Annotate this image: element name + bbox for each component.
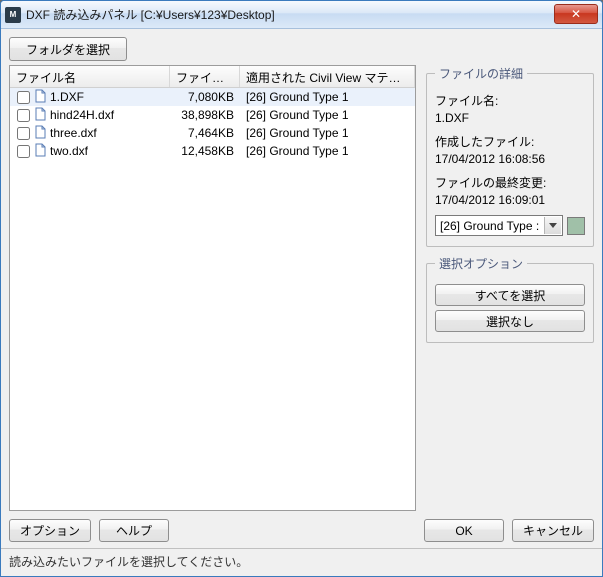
- row-checkbox[interactable]: [17, 109, 30, 122]
- color-swatch[interactable]: [567, 217, 585, 235]
- file-list[interactable]: ファイル名 ファイル ... 適用された Civil View マテリア... …: [9, 65, 416, 511]
- file-size: 12,458KB: [170, 144, 240, 158]
- row-checkbox[interactable]: [17, 127, 30, 140]
- file-name: two.dxf: [50, 144, 88, 158]
- created-value: 17/04/2012 16:08:56: [435, 152, 585, 166]
- table-row[interactable]: two.dxf 12,458KB[26] Ground Type 1: [10, 142, 415, 160]
- file-name: hind24H.dxf: [50, 108, 114, 122]
- file-material: [26] Ground Type 1: [240, 108, 415, 122]
- dialog-window: M DXF 読み込みパネル [C:¥Users¥123¥Desktop] ✕ フ…: [0, 0, 603, 577]
- file-size: 7,080KB: [170, 90, 240, 104]
- selection-legend: 選択オプション: [435, 255, 527, 272]
- list-body: 1.DXF7,080KB[26] Ground Type 1hind24H.dx…: [10, 88, 415, 510]
- col-name[interactable]: ファイル名: [10, 66, 170, 87]
- app-icon: M: [5, 7, 21, 23]
- file-size: 38,898KB: [170, 108, 240, 122]
- created-label: 作成したファイル:: [435, 133, 585, 150]
- file-icon: [34, 89, 48, 106]
- file-name: 1.DXF: [50, 90, 84, 104]
- ok-button[interactable]: OK: [424, 519, 504, 542]
- cancel-button[interactable]: キャンセル: [512, 519, 594, 542]
- status-bar: 読み込みたいファイルを選択してください。: [1, 548, 602, 576]
- close-icon: ✕: [571, 7, 581, 21]
- modified-label: ファイルの最終変更:: [435, 174, 585, 191]
- titlebar[interactable]: M DXF 読み込みパネル [C:¥Users¥123¥Desktop] ✕: [1, 1, 602, 29]
- details-legend: ファイルの詳細: [435, 65, 527, 82]
- select-none-button[interactable]: 選択なし: [435, 310, 585, 332]
- selection-options-group: 選択オプション すべてを選択 選択なし: [426, 255, 594, 343]
- row-checkbox[interactable]: [17, 145, 30, 158]
- file-details-group: ファイルの詳細 ファイル名: 1.DXF 作成したファイル: 17/04/201…: [426, 65, 594, 247]
- name-label: ファイル名:: [435, 92, 585, 109]
- select-all-button[interactable]: すべてを選択: [435, 284, 585, 306]
- file-icon: [34, 143, 48, 160]
- close-button[interactable]: ✕: [554, 4, 598, 24]
- file-material: [26] Ground Type 1: [240, 90, 415, 104]
- column-headers[interactable]: ファイル名 ファイル ... 適用された Civil View マテリア...: [10, 66, 415, 88]
- client-area: フォルダを選択 ファイル名 ファイル ... 適用された Civil View …: [1, 29, 602, 576]
- row-checkbox[interactable]: [17, 91, 30, 104]
- material-selected: [26] Ground Type :: [440, 219, 539, 233]
- chevron-down-icon: [544, 217, 561, 234]
- window-title: DXF 読み込みパネル [C:¥Users¥123¥Desktop]: [26, 6, 275, 23]
- col-size[interactable]: ファイル ...: [170, 66, 240, 87]
- table-row[interactable]: hind24H.dxf 38,898KB[26] Ground Type 1: [10, 106, 415, 124]
- file-icon: [34, 107, 48, 124]
- name-value: 1.DXF: [435, 111, 585, 125]
- file-icon: [34, 125, 48, 142]
- file-material: [26] Ground Type 1: [240, 144, 415, 158]
- file-size: 7,464KB: [170, 126, 240, 140]
- choose-folder-button[interactable]: フォルダを選択: [9, 37, 127, 61]
- options-button[interactable]: オプション: [9, 519, 91, 542]
- file-material: [26] Ground Type 1: [240, 126, 415, 140]
- material-dropdown[interactable]: [26] Ground Type :: [435, 215, 563, 236]
- file-name: three.dxf: [50, 126, 97, 140]
- col-material[interactable]: 適用された Civil View マテリア...: [240, 66, 415, 87]
- table-row[interactable]: 1.DXF 7,080KB[26] Ground Type 1: [10, 88, 415, 106]
- table-row[interactable]: three.dxf 7,464KB[26] Ground Type 1: [10, 124, 415, 142]
- modified-value: 17/04/2012 16:09:01: [435, 193, 585, 207]
- help-button[interactable]: ヘルプ: [99, 519, 169, 542]
